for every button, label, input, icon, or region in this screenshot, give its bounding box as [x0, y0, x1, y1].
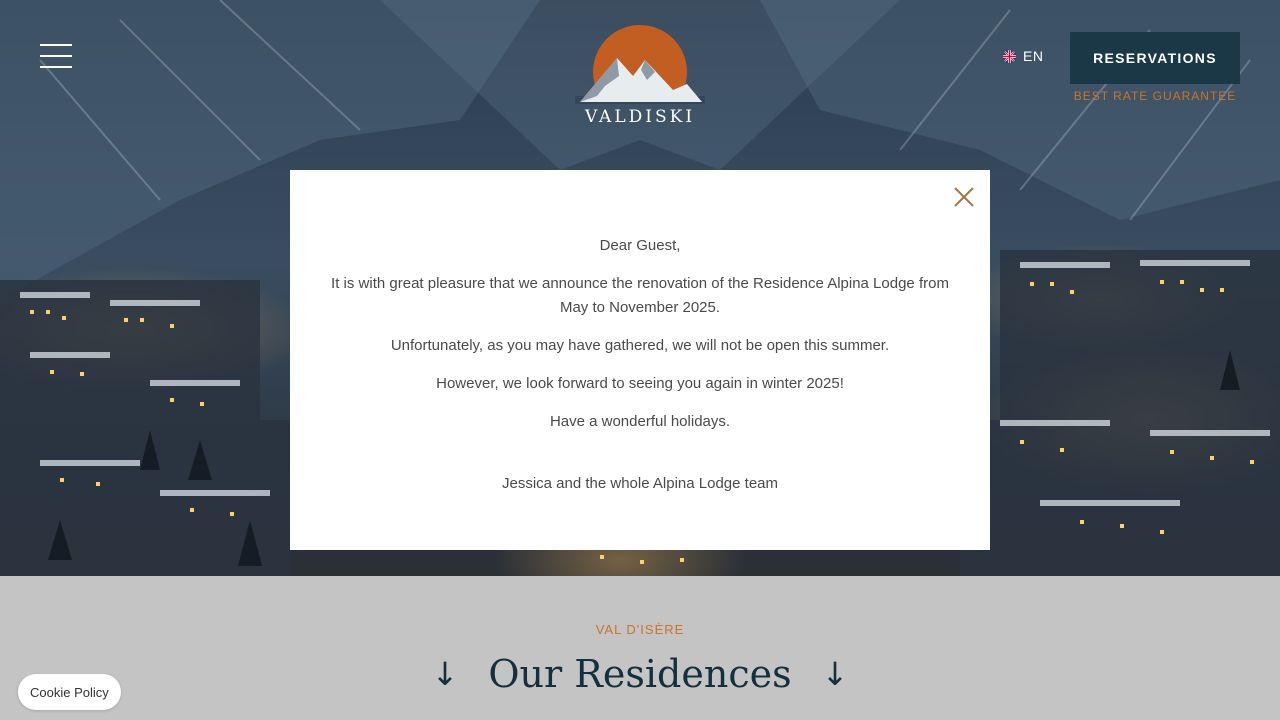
reservations-button[interactable]: RESERVATIONS — [1070, 32, 1240, 84]
arrow-down-icon[interactable]: ↓ — [822, 655, 849, 693]
menu-line — [40, 44, 72, 46]
valdiski-logo[interactable]: VALDISKI — [575, 24, 705, 127]
section-title-row: ↓ Our Residences ↓ — [0, 652, 1280, 696]
winter-text: However, we look forward to seeing you a… — [436, 375, 844, 392]
uk-flag-icon — [1003, 49, 1016, 63]
signature-text: Jessica and the whole Alpina Lodge team — [501, 475, 779, 492]
best-rate-guarantee-link[interactable]: BEST RATE GUARANTEE — [1070, 89, 1240, 103]
mountain-sun-icon — [575, 25, 705, 119]
menu-line — [40, 55, 72, 57]
renovation-text: It is with great pleasure that we announ… — [331, 275, 949, 316]
holidays-text: Have a wonderful holidays. — [549, 413, 731, 430]
arrow-down-icon[interactable]: ↓ — [432, 655, 459, 693]
cookie-policy-button[interactable]: Cookie Policy — [18, 674, 121, 710]
hamburger-menu-button[interactable] — [40, 44, 72, 70]
section-subtitle: VAL D'ISÈRE — [595, 622, 685, 637]
section-title: Our Residences — [488, 652, 792, 696]
menu-line — [40, 66, 72, 68]
greeting-text: Dear Guest, — [599, 237, 681, 254]
close-icon[interactable] — [952, 185, 976, 209]
closed-summer-text: Unfortunately, as you may have gathered,… — [390, 337, 890, 354]
language-label: EN — [1023, 48, 1044, 64]
language-selector[interactable]: EN — [1003, 48, 1043, 64]
logo-text: VALDISKI — [584, 107, 696, 127]
modal-message: Dear Guest, It is with great pleasure th… — [330, 234, 950, 510]
